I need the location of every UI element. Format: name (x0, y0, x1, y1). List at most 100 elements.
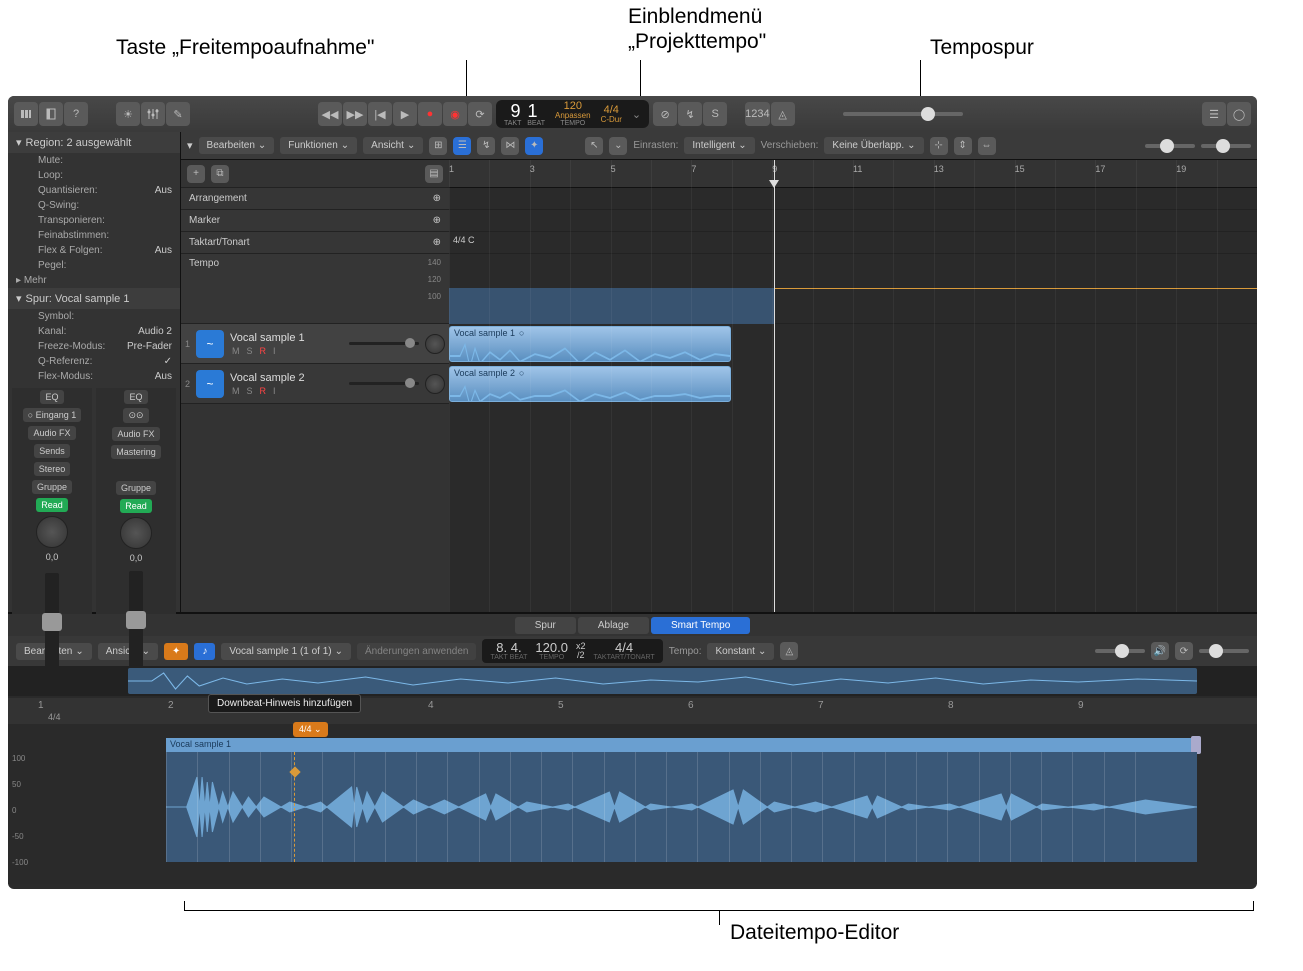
track-header[interactable]: 2~ Vocal sample 2MSRI (181, 364, 449, 404)
audio-region-1[interactable]: Vocal sample 1○ (449, 326, 731, 362)
inspector-row[interactable]: Pegel: (8, 258, 180, 273)
speaker-icon[interactable]: 🔊 (1151, 642, 1169, 660)
marker-track-header[interactable]: Marker⊕ (181, 210, 449, 232)
editor-ruler[interactable]: 4/4 123456789 (8, 698, 1257, 724)
record-button[interactable]: ● (418, 102, 442, 126)
track-i-button[interactable]: I (271, 346, 278, 356)
mastering-slot[interactable]: Mastering (111, 445, 161, 459)
waveform-zoom[interactable]: ⊹ (930, 137, 948, 155)
pointer-tool[interactable]: ↖ (585, 137, 603, 155)
inspector-button[interactable] (39, 102, 63, 126)
automation-button[interactable]: ↯ (477, 137, 495, 155)
file-selector[interactable]: Vocal sample 1 (1 of 1) ⌄ (221, 643, 351, 660)
view-button[interactable]: ☀ (116, 102, 140, 126)
mixer-button[interactable] (141, 102, 165, 126)
stereo-icon[interactable]: ⊙⊙ (123, 408, 148, 423)
track-m-button[interactable]: M (230, 386, 242, 396)
inspector-row[interactable]: Mute: (8, 153, 180, 168)
view-menu[interactable]: Ansicht ⌄ (363, 137, 423, 154)
add-track-button[interactable]: + (187, 165, 205, 183)
vzoom-button[interactable]: ⇕ (954, 137, 972, 155)
hzoom-slider[interactable] (1201, 144, 1251, 148)
countin-button[interactable]: 1234 (745, 102, 769, 126)
arrange-area[interactable]: 13579111315171921 4/4 C Vocal sample 1○ (449, 160, 1257, 612)
cycle-icon[interactable]: ⟳ (1175, 642, 1193, 660)
duplicate-track-button[interactable]: ⧉ (211, 165, 229, 183)
cycle-button[interactable]: ⟳ (468, 102, 492, 126)
group-slot[interactable]: Gruppe (32, 480, 72, 494)
inspector-row[interactable]: Freeze-Modus:Pre-Fader (8, 339, 180, 354)
waveform-area[interactable] (166, 752, 1197, 862)
forward-button[interactable]: ▶▶ (343, 102, 367, 126)
more-disclosure[interactable]: ▸ Mehr (8, 273, 180, 288)
loops-button[interactable]: ◯ (1227, 102, 1251, 126)
edit-menu[interactable]: Bearbeiten ⌄ (199, 137, 275, 154)
overview-lane[interactable] (8, 666, 1257, 696)
output-slot[interactable]: Stereo (34, 462, 71, 476)
inspector-row[interactable]: Q-Swing: (8, 198, 180, 213)
library-button[interactable] (14, 102, 38, 126)
project-tempo-menu[interactable]: 120AnpassenTEMPO (555, 101, 591, 127)
pan-knob[interactable] (36, 516, 68, 548)
track-r-button[interactable]: R (258, 386, 269, 396)
track-volume-slider[interactable] (349, 382, 419, 385)
metronome-button[interactable]: ◬ (771, 102, 795, 126)
track-m-button[interactable]: M (230, 346, 242, 356)
inspector-row[interactable]: Quantisieren:Aus (8, 183, 180, 198)
tempo-mode-menu[interactable]: Konstant ⌄ (707, 643, 774, 660)
automation-mode[interactable]: Read (36, 498, 68, 512)
inspector-row[interactable]: Flex & Folgen:Aus (8, 243, 180, 258)
drag-menu[interactable]: Keine Überlapp. ⌄ (824, 137, 923, 154)
eq-button[interactable]: EQ (40, 390, 63, 404)
snap-menu[interactable]: Intelligent ⌄ (684, 137, 754, 154)
inspector-row[interactable]: Q-Referenz:✓ (8, 354, 180, 369)
eq-button[interactable]: EQ (124, 390, 147, 404)
toggle-button[interactable]: ☰ (453, 137, 471, 155)
vzoom-slider[interactable] (1145, 144, 1195, 148)
hzoom-slider-e[interactable] (1199, 649, 1249, 653)
track-i-button[interactable]: I (271, 386, 278, 396)
inspector-row[interactable]: Transponieren: (8, 213, 180, 228)
global-tracks-button[interactable]: ▤ (425, 165, 443, 183)
track-header[interactable]: 1~ Vocal sample 1MSRI (181, 324, 449, 364)
downbeat-marker[interactable] (294, 752, 295, 862)
master-volume-slider[interactable] (843, 112, 963, 116)
tempo-track-header[interactable]: Tempo 140 120 100 (181, 254, 449, 324)
beats-button[interactable]: ♪ (194, 643, 215, 660)
play-button[interactable]: ▶ (393, 102, 417, 126)
track-pan-knob[interactable] (425, 374, 445, 394)
inspector-row[interactable]: Loop: (8, 168, 180, 183)
replace-button[interactable]: ⊘ (653, 102, 677, 126)
track-r-button[interactable]: R (258, 346, 269, 356)
audio-region-2[interactable]: Vocal sample 2○ (449, 366, 731, 402)
track-s-button[interactable]: S (245, 386, 255, 396)
view-menu-e[interactable]: Ansicht ⌄ (98, 643, 158, 660)
group-slot[interactable]: Gruppe (116, 481, 156, 495)
inspector-row[interactable]: Feinabstimmen: (8, 228, 180, 243)
sends-slot[interactable]: Sends (34, 444, 70, 458)
autopunch-button[interactable]: ↯ (678, 102, 702, 126)
arrangement-track-header[interactable]: Arrangement⊕ (181, 188, 449, 210)
smart-button[interactable]: ✦ (525, 137, 543, 155)
automation-mode[interactable]: Read (120, 499, 152, 513)
input-slot[interactable]: ○ Eingang 1 (23, 408, 81, 422)
functions-menu[interactable]: Funktionen ⌄ (280, 137, 357, 154)
edit-button[interactable]: ✎ (166, 102, 190, 126)
goto-start-button[interactable]: |◀ (368, 102, 392, 126)
signature-track-header[interactable]: Taktart/Tonart⊕ (181, 232, 449, 254)
tab-ablage[interactable]: Ablage (578, 617, 649, 634)
rewind-button[interactable]: ◀◀ (318, 102, 342, 126)
grid-button[interactable]: ⊞ (429, 137, 447, 155)
apply-changes-button[interactable]: Änderungen anwenden (357, 643, 476, 660)
help-button[interactable]: ? (64, 102, 88, 126)
region-inspector-header[interactable]: ▾Region: 2 ausgewählt (8, 132, 180, 153)
audiofx-slot[interactable]: Audio FX (112, 427, 159, 441)
listview-button[interactable]: ☰ (1202, 102, 1226, 126)
lcd-display[interactable]: 9 1 TAKT BEAT 120AnpassenTEMPO 4/4C-Dur … (496, 100, 649, 128)
zoom-slider-e[interactable] (1095, 649, 1145, 653)
analyze-button[interactable]: ✦ (164, 643, 188, 660)
inspector-row[interactable]: Kanal:Audio 2 (8, 324, 180, 339)
hzoom-button[interactable]: ⇔ (978, 137, 996, 155)
track-inspector-header[interactable]: ▾Spur: Vocal sample 1 (8, 288, 180, 309)
inspector-row[interactable]: Flex-Modus:Aus (8, 369, 180, 384)
